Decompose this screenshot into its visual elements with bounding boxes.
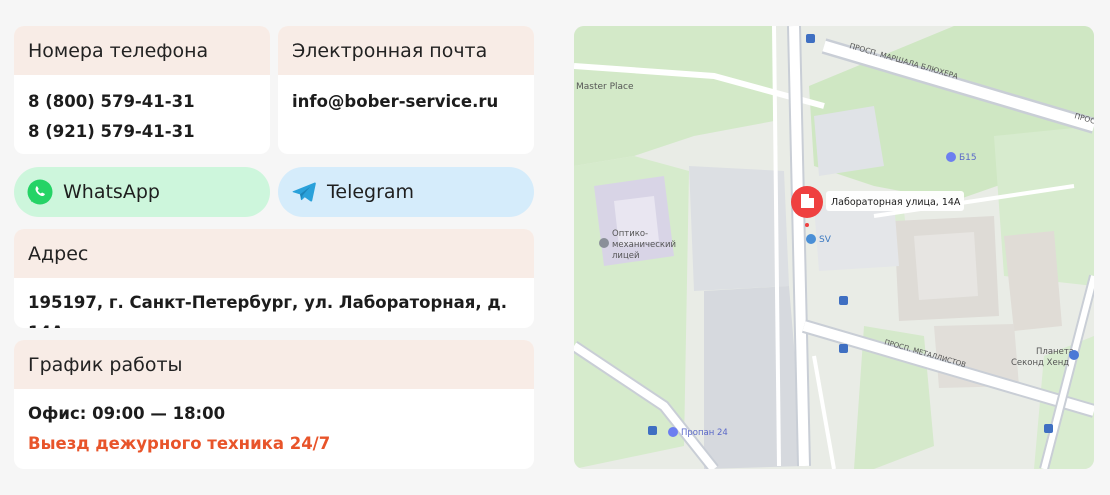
phone-card-body: 8 (800) 579-41-31 8 (921) 579-41-31 bbox=[14, 75, 270, 154]
schedule-card-title: График работы bbox=[14, 340, 534, 389]
phone-number-2[interactable]: 8 (921) 579-41-31 bbox=[28, 117, 256, 147]
svg-text:лицей: лицей bbox=[612, 251, 640, 261]
email-card-body: info@bober-service.ru bbox=[278, 75, 534, 129]
svg-text:Пропан 24: Пропан 24 bbox=[681, 428, 728, 438]
phone-number-1[interactable]: 8 (800) 579-41-31 bbox=[28, 87, 256, 117]
telegram-icon bbox=[292, 182, 316, 202]
schedule-card-body: Офис: 09:00 — 18:00 Выезд дежурного техн… bbox=[14, 389, 534, 469]
svg-text:механический: механический bbox=[612, 240, 676, 250]
map-label-master-place: Master Place bbox=[576, 82, 634, 92]
map-poi-sv[interactable]: SV bbox=[806, 234, 832, 245]
email-card: Электронная почта info@bober-service.ru bbox=[278, 26, 534, 154]
technician-hours: Выезд дежурного техника 24/7 bbox=[28, 434, 331, 453]
address-card-body: 195197, г. Санкт-Петербург, ул. Лаборато… bbox=[14, 278, 534, 328]
whatsapp-icon bbox=[27, 179, 53, 205]
office-hours: Офис: 09:00 — 18:00 bbox=[28, 404, 226, 423]
email-card-title: Электронная почта bbox=[278, 26, 534, 75]
phone-card: Номера телефона 8 (800) 579-41-31 8 (921… bbox=[14, 26, 270, 154]
address-card-title: Адрес bbox=[14, 229, 534, 278]
map-widget[interactable]: Master Place ПРОСП. МАРШАЛА БЛЮХЕРА ПРОС… bbox=[574, 26, 1094, 469]
svg-text:Секонд Хенд: Секонд Хенд bbox=[1011, 358, 1069, 368]
svg-text:Планета: Планета bbox=[1036, 347, 1074, 357]
whatsapp-button[interactable]: WhatsApp bbox=[14, 167, 270, 217]
map-marker-label: Лабораторная улица, 14А bbox=[831, 197, 961, 208]
svg-text:Оптико-: Оптико- bbox=[612, 229, 648, 239]
phone-card-title: Номера телефона bbox=[14, 26, 270, 75]
map-poi-b15[interactable]: Б15 bbox=[946, 152, 977, 163]
svg-text:Б15: Б15 bbox=[959, 153, 977, 163]
telegram-button[interactable]: Telegram bbox=[278, 167, 534, 217]
whatsapp-label: WhatsApp bbox=[63, 181, 160, 203]
svg-text:SV: SV bbox=[819, 235, 832, 245]
telegram-label: Telegram bbox=[327, 181, 415, 203]
email-link[interactable]: info@bober-service.ru bbox=[292, 87, 520, 117]
schedule-card: График работы Офис: 09:00 — 18:00 Выезд … bbox=[14, 340, 534, 469]
address-card: Адрес 195197, г. Санкт-Петербург, ул. Ла… bbox=[14, 229, 534, 328]
map-canvas[interactable]: Master Place ПРОСП. МАРШАЛА БЛЮХЕРА ПРОС… bbox=[574, 26, 1094, 469]
address-value: 195197, г. Санкт-Петербург, ул. Лаборато… bbox=[28, 293, 508, 328]
